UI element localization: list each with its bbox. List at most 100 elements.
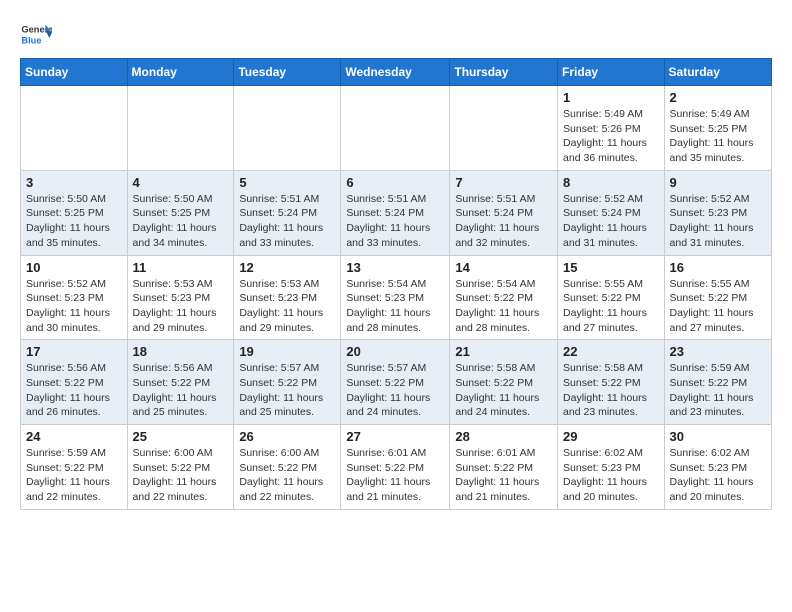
day-info: Sunrise: 5:52 AM Sunset: 5:24 PM Dayligh… — [563, 192, 659, 251]
logo: General Blue — [20, 18, 56, 50]
day-info: Sunrise: 6:02 AM Sunset: 5:23 PM Dayligh… — [670, 446, 766, 505]
day-info: Sunrise: 6:01 AM Sunset: 5:22 PM Dayligh… — [346, 446, 444, 505]
day-number: 23 — [670, 344, 766, 359]
calendar-cell: 8 Sunrise: 5:52 AM Sunset: 5:24 PM Daylig… — [558, 170, 665, 255]
week-row-5: 24 Sunrise: 5:59 AM Sunset: 5:22 PM Dayli… — [21, 425, 772, 510]
day-number: 13 — [346, 260, 444, 275]
day-info: Sunrise: 5:51 AM Sunset: 5:24 PM Dayligh… — [455, 192, 552, 251]
day-number: 6 — [346, 175, 444, 190]
calendar-cell: 24 Sunrise: 5:59 AM Sunset: 5:22 PM Dayli… — [21, 425, 128, 510]
calendar-cell: 10Sunrise: 5:52 AM Sunset: 5:23 PM Dayli… — [21, 255, 128, 340]
day-info: Sunrise: 5:56 AM Sunset: 5:22 PM Dayligh… — [26, 361, 122, 420]
calendar-cell: 9 Sunrise: 5:52 AM Sunset: 5:23 PM Daylig… — [664, 170, 771, 255]
day-number: 2 — [670, 90, 766, 105]
calendar-cell: 2 Sunrise: 5:49 AM Sunset: 5:25 PM Daylig… — [664, 86, 771, 171]
day-number: 9 — [670, 175, 766, 190]
week-row-3: 10Sunrise: 5:52 AM Sunset: 5:23 PM Dayli… — [21, 255, 772, 340]
day-info: Sunrise: 5:53 AM Sunset: 5:23 PM Dayligh… — [133, 277, 229, 336]
day-info: Sunrise: 6:01 AM Sunset: 5:22 PM Dayligh… — [455, 446, 552, 505]
day-number: 25 — [133, 429, 229, 444]
weekday-header-sunday: Sunday — [21, 59, 128, 86]
calendar-cell: 11Sunrise: 5:53 AM Sunset: 5:23 PM Dayli… — [127, 255, 234, 340]
weekday-header-tuesday: Tuesday — [234, 59, 341, 86]
calendar-cell: 27 Sunrise: 6:01 AM Sunset: 5:22 PM Dayli… — [341, 425, 450, 510]
weekday-header-friday: Friday — [558, 59, 665, 86]
day-info: Sunrise: 5:59 AM Sunset: 5:22 PM Dayligh… — [26, 446, 122, 505]
calendar-cell — [234, 86, 341, 171]
day-info: Sunrise: 5:53 AM Sunset: 5:23 PM Dayligh… — [239, 277, 335, 336]
weekday-header-wednesday: Wednesday — [341, 59, 450, 86]
calendar-cell: 5 Sunrise: 5:51 AM Sunset: 5:24 PM Daylig… — [234, 170, 341, 255]
calendar-cell: 26 Sunrise: 6:00 AM Sunset: 5:22 PM Dayli… — [234, 425, 341, 510]
calendar-cell: 19 Sunrise: 5:57 AM Sunset: 5:22 PM Dayli… — [234, 340, 341, 425]
calendar-cell: 6 Sunrise: 5:51 AM Sunset: 5:24 PM Daylig… — [341, 170, 450, 255]
calendar-cell: 22 Sunrise: 5:58 AM Sunset: 5:22 PM Dayli… — [558, 340, 665, 425]
day-info: Sunrise: 5:54 AM Sunset: 5:23 PM Dayligh… — [346, 277, 444, 336]
calendar-cell — [341, 86, 450, 171]
day-number: 19 — [239, 344, 335, 359]
day-number: 5 — [239, 175, 335, 190]
weekday-header-row: SundayMondayTuesdayWednesdayThursdayFrid… — [21, 59, 772, 86]
calendar-cell: 23 Sunrise: 5:59 AM Sunset: 5:22 PM Dayli… — [664, 340, 771, 425]
calendar-cell: 25 Sunrise: 6:00 AM Sunset: 5:22 PM Dayli… — [127, 425, 234, 510]
day-info: Sunrise: 5:52 AM Sunset: 5:23 PM Dayligh… — [670, 192, 766, 251]
day-info: Sunrise: 5:56 AM Sunset: 5:22 PM Dayligh… — [133, 361, 229, 420]
weekday-header-saturday: Saturday — [664, 59, 771, 86]
header: General Blue — [20, 18, 772, 50]
calendar-cell: 30 Sunrise: 6:02 AM Sunset: 5:23 PM Dayli… — [664, 425, 771, 510]
calendar-cell: 14 Sunrise: 5:54 AM Sunset: 5:22 PM Dayli… — [450, 255, 558, 340]
day-number: 10 — [26, 260, 122, 275]
day-number: 29 — [563, 429, 659, 444]
week-row-1: 1Sunrise: 5:49 AM Sunset: 5:26 PM Daylig… — [21, 86, 772, 171]
day-number: 17 — [26, 344, 122, 359]
day-number: 28 — [455, 429, 552, 444]
day-info: Sunrise: 5:54 AM Sunset: 5:22 PM Dayligh… — [455, 277, 552, 336]
day-info: Sunrise: 5:57 AM Sunset: 5:22 PM Dayligh… — [239, 361, 335, 420]
day-number: 7 — [455, 175, 552, 190]
day-number: 20 — [346, 344, 444, 359]
day-number: 18 — [133, 344, 229, 359]
calendar-cell — [127, 86, 234, 171]
calendar-cell: 21Sunrise: 5:58 AM Sunset: 5:22 PM Dayli… — [450, 340, 558, 425]
calendar-cell — [450, 86, 558, 171]
calendar-cell: 7 Sunrise: 5:51 AM Sunset: 5:24 PM Daylig… — [450, 170, 558, 255]
calendar-cell: 12 Sunrise: 5:53 AM Sunset: 5:23 PM Dayli… — [234, 255, 341, 340]
day-number: 27 — [346, 429, 444, 444]
day-info: Sunrise: 5:49 AM Sunset: 5:26 PM Dayligh… — [563, 107, 659, 166]
day-number: 8 — [563, 175, 659, 190]
calendar-cell: 16Sunrise: 5:55 AM Sunset: 5:22 PM Dayli… — [664, 255, 771, 340]
week-row-2: 3 Sunrise: 5:50 AM Sunset: 5:25 PM Daylig… — [21, 170, 772, 255]
day-info: Sunrise: 5:51 AM Sunset: 5:24 PM Dayligh… — [346, 192, 444, 251]
day-number: 21 — [455, 344, 552, 359]
day-info: Sunrise: 5:50 AM Sunset: 5:25 PM Dayligh… — [26, 192, 122, 251]
day-number: 26 — [239, 429, 335, 444]
calendar-cell: 13 Sunrise: 5:54 AM Sunset: 5:23 PM Dayli… — [341, 255, 450, 340]
day-number: 4 — [133, 175, 229, 190]
day-info: Sunrise: 6:00 AM Sunset: 5:22 PM Dayligh… — [133, 446, 229, 505]
calendar-cell: 20Sunrise: 5:57 AM Sunset: 5:22 PM Dayli… — [341, 340, 450, 425]
day-number: 14 — [455, 260, 552, 275]
weekday-header-thursday: Thursday — [450, 59, 558, 86]
day-number: 3 — [26, 175, 122, 190]
calendar-cell: 3 Sunrise: 5:50 AM Sunset: 5:25 PM Daylig… — [21, 170, 128, 255]
day-info: Sunrise: 6:00 AM Sunset: 5:22 PM Dayligh… — [239, 446, 335, 505]
day-info: Sunrise: 5:51 AM Sunset: 5:24 PM Dayligh… — [239, 192, 335, 251]
calendar-page: General Blue SundayMondayTuesdayWednesda… — [0, 0, 792, 524]
calendar-cell: 29Sunrise: 6:02 AM Sunset: 5:23 PM Dayli… — [558, 425, 665, 510]
day-number: 30 — [670, 429, 766, 444]
logo-icon: General Blue — [20, 18, 52, 50]
week-row-4: 17 Sunrise: 5:56 AM Sunset: 5:22 PM Dayli… — [21, 340, 772, 425]
day-number: 12 — [239, 260, 335, 275]
calendar-cell: 17 Sunrise: 5:56 AM Sunset: 5:22 PM Dayli… — [21, 340, 128, 425]
calendar-cell: 28 Sunrise: 6:01 AM Sunset: 5:22 PM Dayli… — [450, 425, 558, 510]
calendar-cell: 1Sunrise: 5:49 AM Sunset: 5:26 PM Daylig… — [558, 86, 665, 171]
day-info: Sunrise: 5:58 AM Sunset: 5:22 PM Dayligh… — [563, 361, 659, 420]
day-number: 16 — [670, 260, 766, 275]
day-number: 24 — [26, 429, 122, 444]
calendar-cell — [21, 86, 128, 171]
day-number: 22 — [563, 344, 659, 359]
day-info: Sunrise: 5:59 AM Sunset: 5:22 PM Dayligh… — [670, 361, 766, 420]
weekday-header-monday: Monday — [127, 59, 234, 86]
calendar-cell: 18 Sunrise: 5:56 AM Sunset: 5:22 PM Dayli… — [127, 340, 234, 425]
day-info: Sunrise: 5:49 AM Sunset: 5:25 PM Dayligh… — [670, 107, 766, 166]
